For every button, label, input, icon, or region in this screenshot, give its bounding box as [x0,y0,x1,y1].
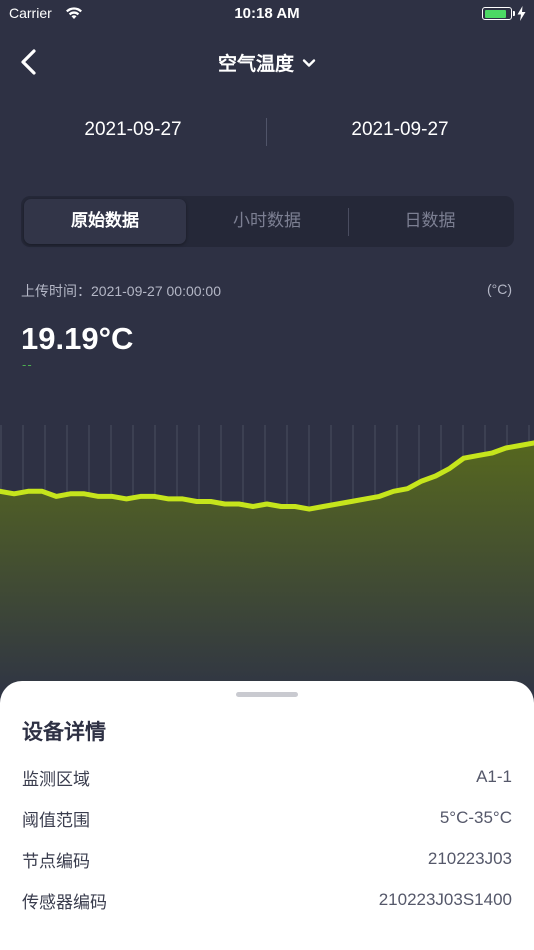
battery-icon [482,7,512,20]
device-details-sheet: 设备详情 监测区域 A1-1 阈值范围 5°C-35°C 节点编码 210223… [0,681,534,950]
detail-row-area: 监测区域 A1-1 [22,765,512,790]
value-change: -- [22,358,33,372]
detail-label: 节点编码 [22,851,90,872]
chart-area-fill [0,442,534,700]
battery-fill [484,9,507,18]
page-title: 空气温度 [0,49,534,76]
detail-value: 210223J03S1400 [378,890,512,909]
detail-label: 阈值范围 [22,810,90,831]
detail-value: 5°C-35°C [439,808,512,827]
status-bar: Carrier 10:18 AM [0,0,534,28]
current-value: 19.19°C [21,321,134,356]
detail-row-node-code: 节点编码 210223J03 [22,847,512,872]
end-date[interactable]: 2021-09-27 [300,119,500,141]
status-time: 10:18 AM [234,5,300,22]
page-title-label: 空气温度 [217,53,294,75]
detail-label: 传感器编码 [22,892,107,913]
tab-hourly-data[interactable]: 小时数据 [186,199,348,244]
chevron-down-icon [302,58,316,67]
upload-time: 上传时间：2021-09-27 00:00:00 [21,283,221,299]
detail-value: 210223J03 [427,849,512,868]
sheet-drag-handle[interactable] [236,692,298,697]
unit-label: (°C) [486,281,512,297]
charging-bolt-icon [517,6,526,21]
detail-label: 监测区域 [22,769,90,790]
detail-row-sensor-code: 传感器编码 210223J03S1400 [22,888,512,913]
tab-daily-data[interactable]: 日数据 [349,199,511,244]
battery-cap [513,11,515,16]
temperature-chart[interactable] [0,420,534,700]
metric-selector[interactable]: 空气温度 [218,49,316,76]
start-date[interactable]: 2021-09-27 [33,119,233,141]
tab-raw-data[interactable]: 原始数据 [24,199,186,244]
detail-value: A1-1 [476,767,512,786]
detail-row-threshold: 阈值范围 5°C-35°C [22,806,512,831]
sheet-title: 设备详情 [22,720,106,744]
date-divider [266,118,267,146]
data-type-segmented-control: 原始数据 小时数据 日数据 [21,196,514,247]
